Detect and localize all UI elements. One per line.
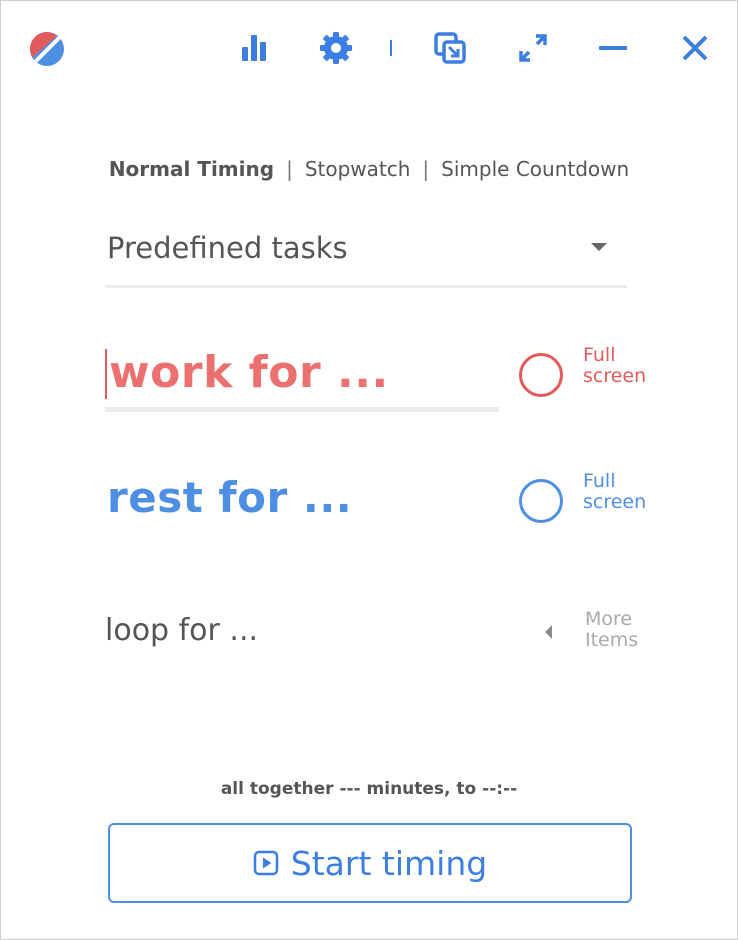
tab-normal-timing[interactable]: Normal Timing [109, 157, 274, 181]
work-duration-input[interactable]: work for ... [105, 341, 499, 412]
loop-count-placeholder: loop for ... [105, 613, 259, 648]
rest-fullscreen-label: Full screen [583, 470, 647, 513]
pop-out-button[interactable] [429, 29, 471, 67]
chevron-left-icon [545, 625, 552, 639]
timing-summary: all together --- minutes, to --:-- [220, 779, 518, 799]
more-items-label: More Items [585, 608, 639, 651]
rest-duration-input[interactable]: rest for ... [105, 467, 499, 533]
tab-separator: | [286, 157, 293, 181]
start-timing-button[interactable]: Start timing [108, 823, 632, 903]
tab-separator: | [422, 157, 430, 181]
pop-out-icon [434, 32, 466, 64]
titlebar-divider [390, 40, 392, 56]
close-button[interactable] [677, 29, 713, 67]
predefined-tasks-select[interactable]: Predefined tasks [105, 221, 627, 288]
chevron-down-icon [591, 243, 607, 251]
minimize-button[interactable] [595, 29, 631, 67]
predefined-tasks-value: Predefined tasks [107, 231, 348, 265]
start-timing-label: Start timing [290, 843, 488, 883]
settings-button[interactable] [315, 29, 357, 67]
tab-stopwatch[interactable]: Stopwatch [305, 157, 411, 181]
expand-icon [519, 34, 547, 62]
stats-button[interactable] [235, 29, 275, 67]
minimize-icon [599, 46, 627, 50]
app-logo-icon [30, 32, 64, 66]
text-cursor [105, 349, 107, 399]
work-fullscreen-radio-icon [519, 353, 563, 397]
mode-tabs: Normal Timing | Stopwatch | Simple Countdown [1, 157, 737, 181]
work-fullscreen-label: Full screen [583, 344, 647, 387]
rest-duration-placeholder: rest for ... [107, 473, 353, 522]
work-duration-placeholder: work for ... [109, 347, 389, 398]
close-icon [682, 35, 708, 61]
tab-simple-countdown[interactable]: Simple Countdown [441, 157, 629, 181]
loop-count-input[interactable]: loop for ... [105, 607, 499, 657]
rest-fullscreen-radio-icon [519, 479, 563, 523]
gear-icon [320, 32, 352, 64]
stats-icon [242, 35, 266, 61]
play-icon [253, 850, 279, 876]
fullscreen-button[interactable] [513, 29, 553, 67]
app-window: Normal Timing | Stopwatch | Simple Countdown… [0, 0, 738, 940]
